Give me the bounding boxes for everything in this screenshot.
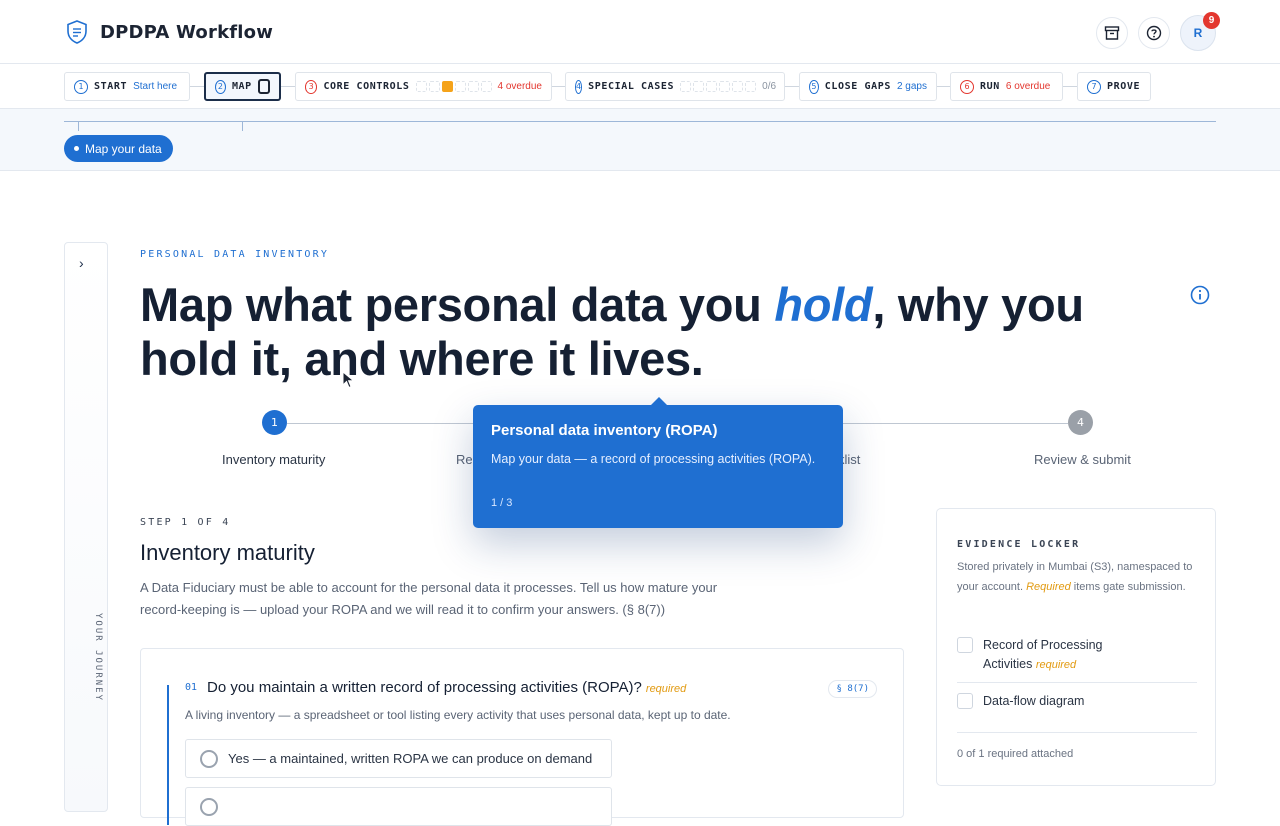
question-text: Do you maintain a written record of proc… (207, 679, 687, 696)
stepper-step-close-gaps[interactable]: 5 CLOSE GAPS 2 gaps (799, 72, 937, 101)
step-status: Start here (133, 81, 178, 92)
progress-step-4[interactable]: 4 (1068, 410, 1093, 435)
step-number: 4 (575, 79, 583, 94)
mouse-cursor-icon (342, 371, 355, 389)
step-label: PROVE (1107, 81, 1141, 92)
tooltip-title: Personal data inventory (ROPA) (491, 422, 718, 439)
section-eyebrow: PERSONAL DATA INVENTORY (140, 249, 330, 260)
radio-button[interactable] (200, 749, 218, 768)
step-label: SPECIAL CASES (588, 81, 675, 92)
required-tag: required (645, 683, 687, 695)
step-label: CORE CONTROLS (323, 81, 410, 92)
option-label: Yes — a maintained, written ROPA we can … (228, 751, 593, 766)
stepper-step-core-controls[interactable]: 3 CORE CONTROLS 4 overdue (295, 72, 552, 101)
locker-description: Stored privately in Mumbai (S3), namespa… (957, 561, 1193, 593)
journey-sidebar[interactable]: › YOUR JOURNEY (64, 242, 108, 812)
substep-band: Map your data (0, 109, 1280, 171)
step-status: 0/6 (762, 81, 777, 92)
progress-label-4: Review & submit (1034, 452, 1131, 467)
step-number: 7 (1087, 79, 1101, 94)
progress-label-1: Inventory maturity (222, 452, 326, 467)
stepper-step-run[interactable]: 6 RUN 6 overdue (950, 72, 1063, 101)
stepper-step-map[interactable]: 2 MAP (204, 72, 281, 101)
archive-icon (1104, 26, 1120, 40)
substep-label: Map your data (85, 141, 162, 156)
shield-logo-icon (67, 20, 87, 44)
step-number: 5 (809, 79, 819, 94)
info-icon[interactable] (1189, 284, 1211, 306)
step-description: A Data Fiduciary must be able to account… (140, 580, 718, 617)
locker-item-data-flow[interactable]: Data-flow diagram (957, 692, 1084, 711)
guided-tour-tooltip[interactable]: Personal data inventory (ROPA) Map your … (473, 397, 843, 528)
locker-footer: 0 of 1 required attached (957, 748, 1074, 760)
question-number: 01 (185, 682, 198, 693)
step-number: 1 (74, 79, 88, 94)
section-reference-badge: § 8(7) (828, 680, 877, 698)
top-header: DPDPA Workflow R 9 (0, 0, 1280, 64)
step-label: START (94, 81, 128, 92)
tooltip-body: Map your data — a record of processing a… (491, 452, 816, 466)
app-title: DPDPA Workflow (100, 21, 274, 43)
step-counter: STEP 1 OF 4 (140, 517, 231, 528)
checkbox[interactable] (957, 637, 973, 653)
progress-dots (415, 81, 492, 92)
notification-badge: 9 (1203, 12, 1220, 29)
chevron-right-icon[interactable]: › (79, 255, 84, 271)
answer-option-yes[interactable]: Yes — a maintained, written ROPA we can … (185, 739, 612, 778)
step-status: 6 overdue (1005, 81, 1051, 92)
answer-option-2[interactable] (185, 787, 612, 826)
substep-pill-map-your-data[interactable]: Map your data (64, 135, 173, 162)
step-label: RUN (980, 81, 1000, 92)
step-label: MAP (231, 81, 252, 92)
headline-emphasis: hold (774, 278, 873, 331)
active-dot-icon (74, 146, 79, 151)
archive-button[interactable] (1096, 17, 1128, 49)
journey-label: YOUR JOURNEY (93, 613, 103, 703)
step-label: CLOSE GAPS (824, 81, 891, 92)
stepper-step-start[interactable]: 1 START Start here (64, 72, 190, 101)
step-title: Inventory maturity (140, 540, 315, 565)
question-help: A living inventory — a spreadsheet or to… (185, 708, 731, 722)
required-tag: required (1035, 659, 1077, 671)
help-icon (1146, 25, 1162, 41)
progress-dots (680, 81, 757, 92)
help-button[interactable] (1138, 17, 1170, 49)
step-number: 6 (960, 79, 974, 94)
brand[interactable]: DPDPA Workflow (66, 20, 273, 44)
focus-square-icon (257, 79, 270, 94)
workflow-stepper: 1 START Start here 2 MAP 3 CORE CONTROLS… (0, 64, 1280, 109)
step-number: 2 (215, 79, 226, 94)
locker-title: EVIDENCE LOCKER (957, 539, 1081, 550)
avatar-initial: R (1193, 26, 1203, 40)
page-headline: Map what personal data you hold, why you… (140, 278, 1084, 385)
user-avatar[interactable]: R 9 (1180, 12, 1220, 51)
evidence-locker: EVIDENCE LOCKER Stored privately in Mumb… (936, 508, 1216, 786)
step-number: 3 (305, 79, 318, 94)
radio-button[interactable] (200, 797, 218, 816)
tooltip-counter: 1 / 3 (491, 497, 513, 509)
step-status: 2 gaps (896, 81, 927, 92)
question-card: 01 Do you maintain a written record of p… (140, 648, 904, 826)
stepper-step-special-cases[interactable]: 4 SPECIAL CASES 0/6 (565, 72, 785, 101)
locker-item-ropa[interactable]: Record of Processing Activities required (957, 636, 1143, 675)
checkbox[interactable] (957, 693, 973, 709)
stepper-step-prove[interactable]: 7 PROVE (1077, 72, 1151, 101)
progress-step-1[interactable]: 1 (262, 410, 287, 435)
step-status: 4 overdue (497, 81, 542, 92)
